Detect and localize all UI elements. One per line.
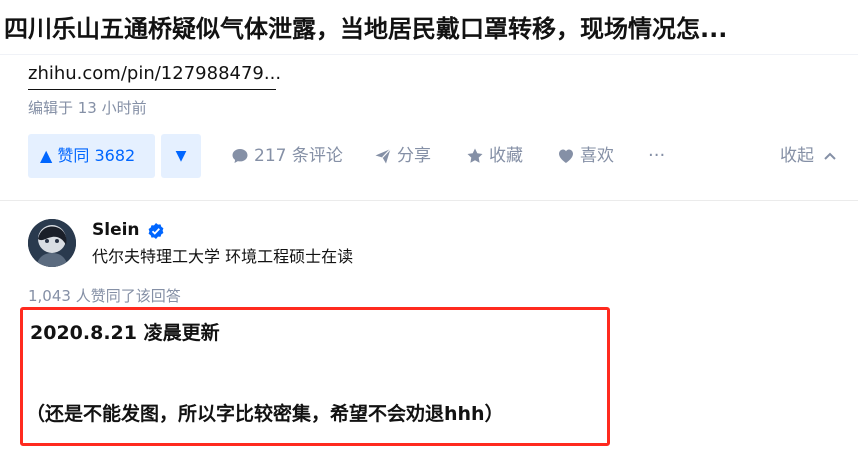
- collapse-label: 收起: [780, 146, 814, 166]
- answer-content-line: 2020.8.21 凌晨更新: [30, 322, 220, 344]
- verified-badge-icon: [148, 223, 164, 239]
- upvote-button[interactable]: ▲ 赞同 3682: [28, 134, 155, 178]
- star-icon: [467, 148, 483, 163]
- favorite-button[interactable]: 收藏: [466, 134, 523, 178]
- collapse-button[interactable]: 收起: [780, 134, 842, 178]
- pin-link-underline: [28, 89, 276, 90]
- avatar-image: [28, 219, 76, 267]
- share-icon: [375, 148, 391, 164]
- edited-time: 编辑于 13 小时前: [28, 99, 147, 117]
- heart-icon: [559, 149, 573, 163]
- favorite-label: 收藏: [489, 146, 523, 166]
- comment-icon: [232, 149, 248, 163]
- share-button[interactable]: 分享: [374, 134, 431, 178]
- title-divider: [0, 54, 858, 55]
- chevron-up-icon: [824, 152, 837, 160]
- author-avatar[interactable]: [28, 219, 76, 267]
- question-title[interactable]: 四川乐山五通桥疑似气体泄露，当地居民戴口罩转移，现场情况怎...: [0, 10, 858, 50]
- share-label: 分享: [397, 146, 431, 166]
- author-name[interactable]: Slein: [92, 218, 140, 242]
- pin-link[interactable]: zhihu.com/pin/127988479...: [28, 60, 281, 88]
- like-label: 喜欢: [580, 146, 614, 166]
- answer-vote-count: 1,043 人赞同了该回答: [28, 287, 181, 305]
- author-headline: 代尔夫特理工大学 环境工程硕士在读: [92, 247, 354, 266]
- comments-button[interactable]: 217 条评论: [231, 134, 343, 178]
- answer-action-bar: ▲ 赞同 3682 ▼ 217 条评论 分享 收藏 喜欢 ··· 收起: [28, 134, 850, 178]
- downvote-button[interactable]: ▼: [161, 134, 201, 178]
- comments-label: 217 条评论: [254, 146, 343, 166]
- more-options-button[interactable]: ···: [648, 134, 665, 178]
- answer-content-line: （还是不能发图，所以字比较密集，希望不会劝退hhh）: [26, 403, 504, 425]
- answer-divider: [0, 200, 858, 201]
- like-button[interactable]: 喜欢: [557, 134, 614, 178]
